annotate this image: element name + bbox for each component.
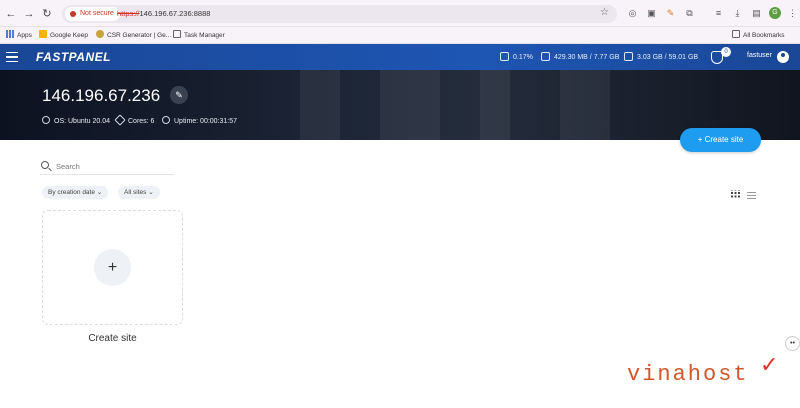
list-view-icon[interactable] — [747, 190, 756, 199]
warning-icon — [70, 11, 76, 17]
os-info: OS: Ubuntu 20.04 — [42, 116, 110, 125]
bookmark-star-icon[interactable]: ☆ — [600, 7, 609, 18]
cores-info: Cores: 6 — [114, 114, 154, 126]
edit-pencil-icon[interactable]: ✎ — [170, 86, 188, 104]
cpu-icon — [500, 52, 509, 61]
menu-icon[interactable]: ⋮ — [786, 7, 799, 20]
bookmark-task-manager[interactable]: Task Manager — [173, 30, 225, 41]
bookmark-csr-generator[interactable]: CSR Generator | Ge... — [96, 30, 171, 41]
uptime-info: Uptime: 00:00:31:57 — [162, 116, 237, 125]
reload-icon[interactable]: ↻ — [40, 7, 54, 21]
clock-icon — [162, 116, 170, 124]
username[interactable]: fastuser — [747, 52, 772, 59]
vinahost-watermark: vinahost — [627, 362, 749, 387]
extension-icon[interactable]: ▣ — [645, 7, 658, 20]
reading-list-icon[interactable]: ≡ — [712, 7, 725, 20]
folder-icon — [173, 30, 181, 38]
puzzle-icon[interactable]: ⧉ — [683, 7, 696, 20]
create-site-label: Create site — [88, 333, 137, 344]
chat-widget-icon[interactable]: •• — [785, 336, 800, 351]
plus-icon: + — [697, 135, 705, 144]
keep-icon — [39, 30, 47, 38]
rack-decoration — [380, 70, 440, 140]
search-icon — [41, 161, 49, 169]
download-icon[interactable]: ⤓ — [731, 7, 744, 20]
rack-decoration — [560, 70, 610, 140]
hamburger-menu-icon[interactable] — [6, 52, 18, 62]
not-secure-chip[interactable]: Not secure — [65, 7, 120, 21]
search-input[interactable] — [56, 160, 171, 172]
chevron-down-icon: ⌄ — [146, 189, 154, 196]
grid-view-icon[interactable] — [731, 190, 740, 199]
vinahost-check-icon: ✓ — [760, 352, 779, 377]
bookmark-apps[interactable]: Apps — [6, 30, 32, 41]
url-text[interactable]: https://146.196.67.236:8888 — [117, 9, 210, 18]
disk-icon — [624, 52, 633, 61]
sort-dropdown[interactable]: By creation date ⌄ — [42, 186, 109, 199]
app-header: FASTPANEL 0.17% 429.30 MB / 7.77 GB 3.03… — [0, 44, 800, 70]
ram-stat: 429.30 MB / 7.77 GB — [541, 52, 619, 61]
extension-icon[interactable]: ◎ — [626, 7, 639, 20]
site-filter-dropdown[interactable]: All sites ⌄ — [118, 186, 160, 199]
bookmarks-bar: Apps Google Keep CSR Generator | Ge... T… — [0, 27, 800, 44]
rack-decoration — [300, 70, 340, 140]
plus-icon[interactable]: + — [94, 249, 131, 286]
back-icon[interactable]: ← — [4, 7, 18, 21]
server-title: 146.196.67.236 — [42, 86, 161, 105]
os-icon — [42, 116, 50, 124]
forward-icon[interactable]: → — [22, 7, 36, 21]
pen-extension-icon[interactable]: ✎ — [664, 7, 677, 20]
disk-stat: 3.03 GB / 59.01 GB — [624, 52, 698, 61]
cores-icon — [114, 114, 126, 126]
address-bar[interactable]: Not secure https://146.196.67.236:8888 ☆ — [62, 5, 617, 23]
bookmark-google-keep[interactable]: Google Keep — [39, 30, 88, 41]
create-site-card[interactable]: + — [42, 210, 183, 325]
notification-badge: 0 — [721, 47, 731, 57]
memory-icon — [541, 52, 550, 61]
apps-grid-icon — [6, 30, 14, 38]
cpu-stat: 0.17% — [500, 52, 533, 61]
chevron-down-icon: ⌄ — [94, 189, 103, 196]
search-field[interactable] — [40, 158, 174, 175]
server-banner: 146.196.67.236 ✎ OS: Ubuntu 20.04 Cores:… — [0, 70, 800, 140]
profile-avatar[interactable]: G — [769, 7, 781, 19]
csr-icon — [96, 30, 104, 38]
fastpanel-logo[interactable]: FASTPANEL — [36, 50, 111, 64]
rack-decoration — [480, 70, 510, 140]
user-avatar-icon[interactable] — [777, 51, 789, 63]
all-bookmarks[interactable]: All Bookmarks — [732, 30, 785, 41]
side-panel-icon[interactable]: ▤ — [750, 7, 763, 20]
create-site-button[interactable]: + Create site — [680, 128, 761, 152]
browser-toolbar: ← → ↻ Not secure https://146.196.67.236:… — [0, 0, 800, 27]
folder-icon — [732, 30, 740, 38]
